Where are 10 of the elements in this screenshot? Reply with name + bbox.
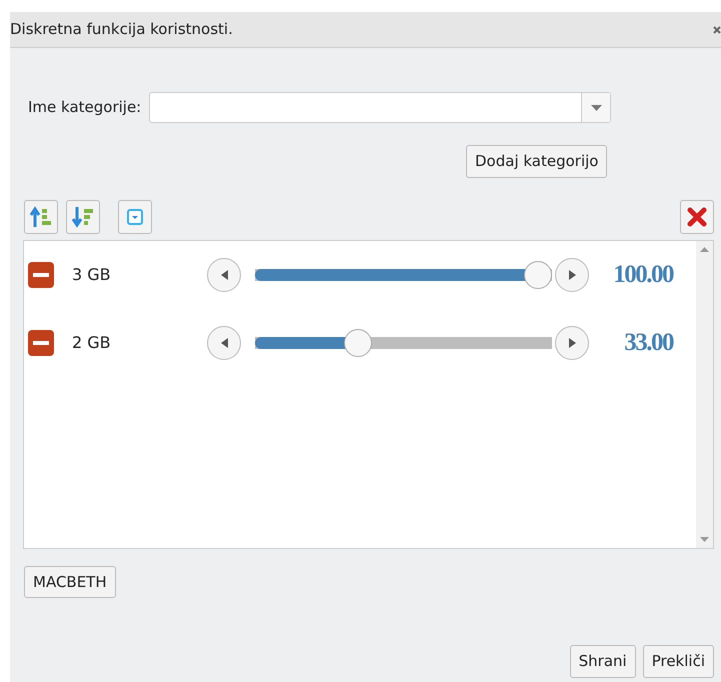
macbeth-button[interactable]: MACBETH [24, 566, 116, 598]
category-label: Ime kategorije: [28, 97, 142, 118]
cancel-button[interactable]: Prekliči [642, 645, 714, 678]
value-reading: 33.00 [623, 328, 673, 358]
value-reading: 100.00 [612, 260, 673, 290]
window-title: Diskretna funkcija koristnosti. [10, 19, 233, 40]
add-category-button[interactable]: Dodaj kategorijo [466, 145, 608, 178]
item-label: 3 GB [72, 264, 112, 286]
save-button[interactable]: Shrani [570, 645, 636, 678]
item-label: 2 GB [72, 332, 112, 354]
